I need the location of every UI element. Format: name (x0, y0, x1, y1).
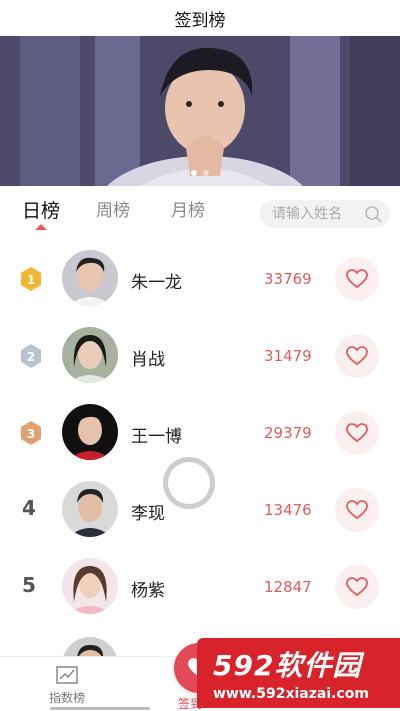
heart-icon (346, 423, 368, 443)
vote-heart-button[interactable] (335, 411, 379, 455)
avatar[interactable] (62, 404, 118, 460)
avatar[interactable] (62, 558, 118, 614)
vote-score: 12847 (264, 578, 312, 596)
tab-daily[interactable]: 日榜 (22, 196, 60, 223)
watermark-url: www.592xiazai.com (213, 686, 369, 702)
heart-icon (346, 500, 368, 520)
vote-heart-button[interactable] (335, 565, 379, 609)
avatar[interactable] (62, 250, 118, 306)
home-indicator (50, 707, 150, 710)
ranking-row[interactable]: 2 肖战 31479 (0, 317, 400, 394)
watermark-title: 592软件园 (213, 649, 362, 682)
star-name: 杨紫 (131, 581, 165, 601)
page-title: 签到榜 (0, 0, 400, 36)
vote-heart-button[interactable] (335, 334, 379, 378)
bronze-medal-icon: 3 (21, 421, 41, 445)
rank-number: 2 (27, 350, 35, 364)
star-name: 王一博 (131, 427, 182, 447)
vote-score: 33769 (264, 270, 312, 288)
star-name: 李现 (131, 504, 165, 524)
banner-carousel[interactable] (0, 36, 400, 186)
tab-weekly[interactable]: 周榜 (96, 196, 130, 221)
rank-number: 1 (27, 273, 35, 287)
search-input[interactable] (272, 206, 360, 222)
loading-spinner (163, 457, 215, 509)
search-icon[interactable] (364, 205, 382, 223)
watermark-logo: 592软件园 www.592xiazai.com (197, 638, 400, 708)
rank-number: 5 (22, 573, 36, 597)
active-tab-indicator (35, 224, 47, 230)
chart-icon (56, 666, 78, 684)
star-name: 肖战 (131, 350, 165, 370)
rank-number: 3 (27, 427, 35, 441)
nav-index-ranking[interactable]: 指数榜 (37, 665, 97, 706)
carousel-dot[interactable] (191, 170, 197, 176)
vote-heart-button[interactable] (335, 257, 379, 301)
gold-medal-icon: 1 (21, 267, 41, 291)
banner-photo (0, 36, 400, 186)
heart-icon (346, 346, 368, 366)
search-box[interactable] (260, 200, 390, 228)
nav-label: 指数榜 (48, 691, 85, 705)
avatar[interactable] (62, 327, 118, 383)
vote-score: 29379 (264, 424, 312, 442)
carousel-dot[interactable] (203, 170, 209, 176)
avatar[interactable] (62, 481, 118, 537)
rank-number: 4 (22, 496, 36, 520)
heart-icon (346, 269, 368, 289)
silver-medal-icon: 2 (21, 344, 41, 368)
vote-score: 31479 (264, 347, 312, 365)
ranking-row[interactable]: 5 杨紫 12847 (0, 548, 400, 625)
vote-score: 13476 (264, 501, 312, 519)
vote-heart-button[interactable] (335, 488, 379, 532)
ranking-row[interactable]: 1 朱一龙 33769 (0, 240, 400, 317)
star-name: 朱一龙 (131, 273, 182, 293)
tab-monthly[interactable]: 月榜 (171, 196, 205, 221)
heart-icon (346, 577, 368, 597)
